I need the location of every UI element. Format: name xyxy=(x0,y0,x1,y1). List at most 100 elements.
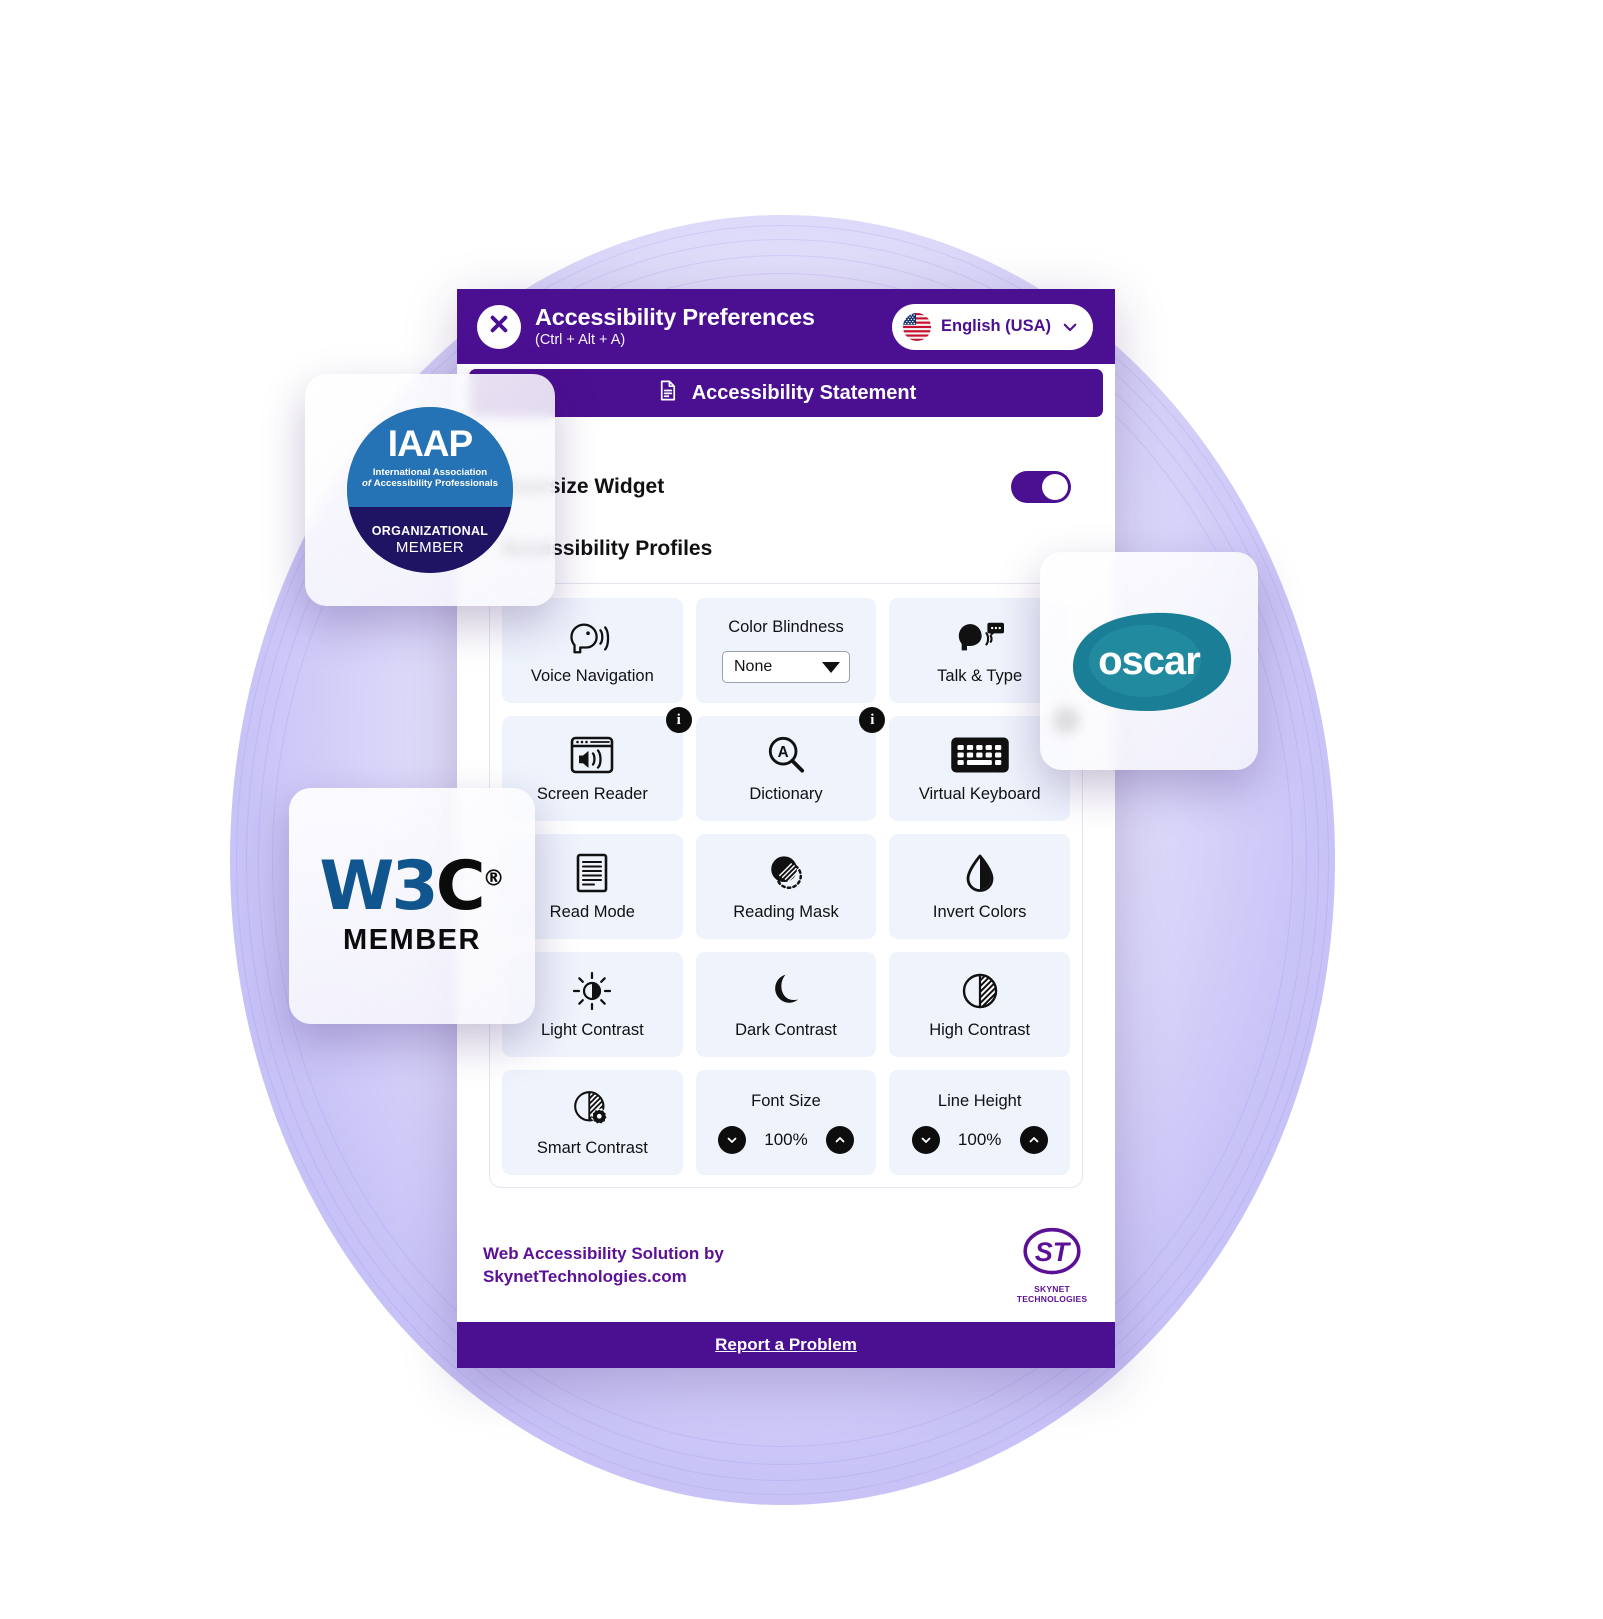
feature-smart-contrast[interactable]: Smart Contrast xyxy=(502,1070,683,1175)
feature-label: Read Mode xyxy=(549,902,635,921)
feature-label: Screen Reader xyxy=(536,784,648,803)
feature-grid: Voice Navigation Color Blindness None Ta… xyxy=(502,598,1079,1175)
widget-body: Oversize Widget Accessibility Profiles V… xyxy=(457,421,1115,1205)
feature-dictionary[interactable]: i A Dictionary xyxy=(695,707,886,821)
line-height-decrease-button[interactable] xyxy=(911,1125,940,1154)
info-icon[interactable]: i xyxy=(859,707,886,733)
w3c-c: C xyxy=(435,847,486,927)
speaking-head-icon xyxy=(569,616,615,658)
browser-speaker-icon xyxy=(570,734,614,776)
iaap-line2: of Accessibility Professionals xyxy=(362,478,498,489)
language-label: English (USA) xyxy=(941,317,1051,335)
droplet-half-icon xyxy=(964,852,996,894)
iaap-logo: IAAP International Association of Access… xyxy=(347,407,513,573)
oscar-badge-card: oscar xyxy=(1040,552,1258,770)
close-icon xyxy=(488,313,510,340)
feature-voice-navigation[interactable]: Voice Navigation xyxy=(502,598,683,703)
w3c-registered-icon: ® xyxy=(482,866,505,892)
oscar-logo: oscar xyxy=(1063,607,1235,715)
line-height-increase-button[interactable] xyxy=(1019,1125,1048,1154)
iaap-line1: International Association xyxy=(372,466,488,478)
oversize-widget-row: Oversize Widget xyxy=(475,421,1097,503)
color-blindness-select[interactable]: None xyxy=(721,651,850,683)
w3c-badge-card: W3C® MEMBER xyxy=(289,788,535,1024)
header-title-block: Accessibility Preferences (Ctrl + Alt + … xyxy=(535,305,878,348)
feature-dark-contrast[interactable]: Dark Contrast xyxy=(695,952,877,1057)
moon-icon xyxy=(768,970,804,1012)
font-size-increase-button[interactable] xyxy=(825,1125,854,1154)
font-size-value: 100% xyxy=(764,1129,808,1149)
accessibility-widget-panel: Accessibility Preferences (Ctrl + Alt + … xyxy=(457,289,1115,1368)
iaap-wordmark: IAAP xyxy=(387,422,473,464)
feature-label: High Contrast xyxy=(929,1020,1031,1039)
accessibility-statement-button[interactable]: Accessibility Statement xyxy=(469,369,1103,417)
feature-color-blindness[interactable]: Color Blindness None xyxy=(695,598,877,703)
toggle-knob xyxy=(1042,474,1068,500)
color-blindness-value: None xyxy=(733,658,773,675)
magnifier-a-icon: A xyxy=(766,734,806,776)
footer-credit: Web Accessibility Solution by SkynetTech… xyxy=(483,1243,724,1289)
feature-label: Dark Contrast xyxy=(735,1020,837,1039)
skynet-logo: ST SKYNET TECHNOLOGIES xyxy=(1015,1227,1089,1304)
w3c-logo: W3C® MEMBER xyxy=(319,853,505,957)
w3c-w3: W3 xyxy=(319,847,438,927)
line-height-stepper: 100% xyxy=(911,1125,1048,1154)
feature-label: Font Size xyxy=(751,1091,821,1110)
feature-label: Invert Colors xyxy=(932,902,1027,921)
feature-reading-mask[interactable]: Reading Mask xyxy=(695,834,877,939)
profiles-card: Voice Navigation Color Blindness None Ta… xyxy=(489,583,1083,1188)
keyboard-icon xyxy=(950,734,1010,776)
circle-half-gear-icon xyxy=(572,1088,612,1130)
line-height-value: 100% xyxy=(957,1129,1002,1149)
svg-text:ST: ST xyxy=(1035,1237,1072,1267)
feature-font-size[interactable]: Font Size 100% xyxy=(695,1070,877,1175)
oversize-widget-toggle[interactable] xyxy=(1011,471,1071,503)
report-problem-button[interactable]: Report a Problem xyxy=(457,1322,1115,1368)
sun-half-icon xyxy=(572,970,612,1012)
svg-text:A: A xyxy=(778,743,789,760)
skynet-logo-name: SKYNET TECHNOLOGIES xyxy=(1016,1284,1088,1304)
feature-label: Smart Contrast xyxy=(536,1138,648,1157)
chevron-down-icon xyxy=(1061,318,1079,336)
font-size-decrease-button[interactable] xyxy=(717,1125,746,1154)
feature-label: Line Height xyxy=(937,1091,1022,1110)
feature-invert-colors[interactable]: Invert Colors xyxy=(889,834,1070,939)
language-selector[interactable]: English (USA) xyxy=(892,303,1093,350)
w3c-wordmark: W3C® xyxy=(319,853,505,921)
feature-label: Color Blindness xyxy=(728,618,844,636)
iaap-organizational: ORGANIZATIONAL xyxy=(371,523,489,538)
screenshot-root: Accessibility Preferences (Ctrl + Alt + … xyxy=(0,0,1603,1619)
feature-label: Reading Mask xyxy=(733,902,839,921)
footer-credit-line2: SkynetTechnologies.com xyxy=(483,1266,687,1286)
page-title: Accessibility Preferences xyxy=(535,304,815,331)
accessibility-profiles-heading: Accessibility Profiles xyxy=(501,537,713,560)
widget-header: Accessibility Preferences (Ctrl + Alt + … xyxy=(457,289,1115,364)
document-lines-icon xyxy=(576,852,608,894)
feature-high-contrast[interactable]: High Contrast xyxy=(889,952,1070,1057)
document-icon xyxy=(656,379,679,408)
keyboard-shortcut-hint: (Ctrl + Alt + A) xyxy=(535,331,626,348)
w3c-member: MEMBER xyxy=(343,923,481,956)
iaap-line2-italic: of xyxy=(362,477,372,489)
feature-label: Voice Navigation xyxy=(530,666,654,685)
iaap-member: MEMBER xyxy=(395,538,465,556)
head-speech-bubble-icon xyxy=(955,616,1005,658)
info-icon[interactable]: i xyxy=(665,707,692,733)
caret-down-icon xyxy=(821,661,840,673)
widget-footer: Web Accessibility Solution by SkynetTech… xyxy=(457,1205,1115,1322)
feature-label: Light Contrast xyxy=(540,1020,644,1039)
close-button[interactable] xyxy=(477,304,521,349)
feature-label: Dictionary xyxy=(749,784,823,803)
accessibility-statement-label: Accessibility Statement xyxy=(691,381,917,404)
feature-label: Virtual Keyboard xyxy=(918,784,1041,803)
oscar-wordmark: oscar xyxy=(1098,638,1201,683)
font-size-stepper: 100% xyxy=(717,1125,854,1154)
iaap-badge-card: IAAP International Association of Access… xyxy=(305,374,555,606)
feature-line-height[interactable]: Line Height 100% xyxy=(889,1070,1070,1175)
us-flag-icon xyxy=(903,312,931,341)
statement-bar-wrap: Accessibility Statement xyxy=(457,364,1115,421)
mask-circle-icon xyxy=(766,852,806,894)
iaap-logo-top: IAAP International Association of Access… xyxy=(347,407,513,507)
iaap-logo-bottom: ORGANIZATIONAL MEMBER xyxy=(347,506,513,573)
circle-half-hatched-icon xyxy=(960,970,1000,1012)
